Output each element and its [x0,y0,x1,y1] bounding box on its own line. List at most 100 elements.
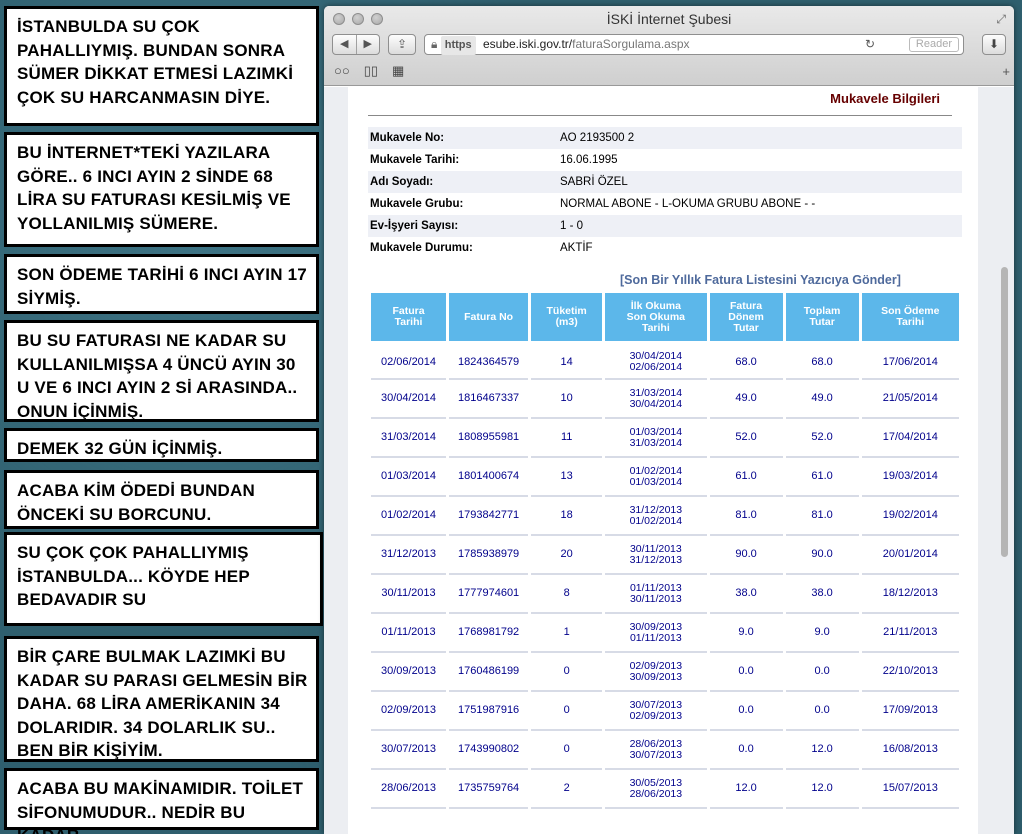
url-scheme: https [440,36,476,55]
bill-date: 30/04/2014 [371,380,447,419]
reload-icon[interactable]: ↻ [865,35,875,54]
total-amount: 81.0 [785,497,859,536]
info-value: AKTİF [560,242,593,254]
last-reading-date: 30/11/2013 [629,592,682,605]
due-date: 21/11/2013 [861,614,959,653]
info-row: Mukavele Durumu: AKTİF [368,237,962,259]
bill-row: 28/06/2013 1735759764 2 30/05/2013 28/06/201… [371,770,959,809]
top-sites-icon[interactable]: ▦ [392,63,404,79]
column-header: Fatura Tarihi [371,293,447,341]
divider [368,115,952,116]
last-reading-date: 01/02/2014 [629,514,683,527]
note-3: SON ÖDEME TARİHİ 6 INCI AYIN 17 SİYMİŞ. [4,254,319,314]
last-reading-date: 30/09/2013 [629,670,683,683]
bill-number: 1735759764 [449,770,529,809]
reader-button[interactable]: Reader [908,37,959,52]
period-amount: 49.0 [709,380,783,419]
reading-dates: 30/04/2014 02/06/2014 [605,341,707,380]
section-title: Mukavele Bilgileri [830,91,940,106]
column-header: İlk Okuma Son Okuma Tarihi [605,293,707,341]
bill-date: 30/07/2013 [371,731,447,770]
info-row: Mukavele No: AO 2193500 2 [368,127,962,149]
forward-icon[interactable]: ▶ [357,35,380,54]
first-reading-date: 30/11/2013 [629,542,682,555]
first-reading-date: 30/05/2013 [629,776,683,789]
due-date: 17/04/2014 [861,419,959,458]
consumption: 20 [531,536,603,575]
title-bar: İSKİ İnternet Şubesi ⤢ ◀ ▶ ⇪ 🔒︎ https es… [324,6,1014,86]
consumption: 18 [531,497,603,536]
last-reading-date: 01/11/2013 [629,631,682,644]
first-reading-date: 01/03/2014 [629,425,683,438]
new-tab-icon[interactable]: + [1002,64,1010,79]
info-label: Mukavele No: [368,127,558,149]
consumption: 0 [531,731,603,770]
downloads-icon[interactable]: ⬇ [982,34,1006,55]
bill-row: 30/04/2014 1816467337 10 31/03/2014 30/04/20… [371,380,959,419]
first-reading-date: 31/12/2013 [629,503,683,516]
column-header: Fatura Dönem Tutar [709,293,783,341]
consumption: 0 [531,653,603,692]
bill-row: 30/07/2013 1743990802 0 28/06/2013 30/07/201… [371,731,959,770]
reading-dates: 02/09/2013 30/09/2013 [605,653,707,692]
bill-number: 1801400674 [449,458,529,497]
due-date: 18/12/2013 [861,575,959,614]
first-reading-date: 01/11/2013 [629,581,682,594]
info-label: Mukavele Durumu: [370,242,473,254]
bill-date: 01/02/2014 [371,497,447,536]
reading-dates: 30/07/2013 02/09/2013 [605,692,707,731]
consumption: 2 [531,770,603,809]
last-reading-date: 30/07/2013 [629,748,683,761]
fullscreen-icon[interactable]: ⤢ [996,12,1006,27]
bill-date: 31/03/2014 [371,419,447,458]
total-amount: 9.0 [785,614,859,653]
period-amount: 81.0 [709,497,783,536]
first-reading-date: 01/02/2014 [629,464,683,477]
info-row: Mukavele Tarihi: 16.06.1995 [368,149,962,171]
period-amount: 61.0 [709,458,783,497]
total-amount: 12.0 [785,770,859,809]
print-bill-list-link[interactable]: [Son Bir Yıllık Fatura Listesini Yazıcıy… [620,273,901,287]
info-value: 16.06.1995 [560,154,618,166]
note-8: BİR ÇARE BULMAK LAZIMKİ BU KADAR SU PARA… [4,636,319,762]
due-date: 15/07/2013 [861,770,959,809]
total-amount: 49.0 [785,380,859,419]
back-icon[interactable]: ◀ [333,35,357,54]
due-date: 22/10/2013 [861,653,959,692]
bill-date: 01/03/2014 [371,458,447,497]
total-amount: 52.0 [785,419,859,458]
column-header: Tüketim (m3) [531,293,603,341]
bill-number: 1793842771 [449,497,529,536]
bill-row: 02/09/2013 1751987916 0 30/07/2013 02/09/201… [371,692,959,731]
address-bar[interactable]: 🔒︎ https esube.iski.gov.tr/faturaSorgula… [424,34,964,55]
reading-dates: 31/12/2013 01/02/2014 [605,497,707,536]
bill-row: 30/11/2013 1777974601 8 01/11/2013 30/11/201… [371,575,959,614]
bill-row: 01/02/2014 1793842771 18 31/12/2013 01/02/20… [371,497,959,536]
bill-number: 1824364579 [449,341,529,380]
reading-list-icon[interactable]: ○○ [334,63,350,79]
bill-row: 30/09/2013 1760486199 0 02/09/2013 30/09/201… [371,653,959,692]
reading-dates: 30/11/2013 31/12/2013 [605,536,707,575]
last-reading-date: 30/04/2014 [629,397,683,410]
period-amount: 52.0 [709,419,783,458]
bookmarks-icon[interactable]: ▯▯ [364,63,378,79]
last-reading-date: 02/06/2014 [629,361,683,373]
share-icon[interactable]: ⇪ [388,34,416,55]
column-header: Toplam Tutar [785,293,859,341]
url-path: faturaSorgulama.aspx [572,37,690,51]
info-value: SABRİ ÖZEL [558,171,962,193]
vertical-scrollbar[interactable] [1001,267,1008,557]
bill-number: 1808955981 [449,419,529,458]
window-title: İSKİ İnternet Şubesi [606,11,732,27]
due-date: 19/03/2014 [861,458,959,497]
first-reading-date: 31/03/2014 [629,386,683,399]
note-2: BU İNTERNET*TEKİ YAZILARA GÖRE.. 6 INCI … [4,132,319,247]
reading-dates: 30/05/2013 28/06/2013 [605,770,707,809]
consumption: 0 [531,692,603,731]
due-date: 17/06/2014 [861,341,959,380]
bill-row: 31/03/2014 1808955981 11 01/03/2014 31/03/20… [371,419,959,458]
last-reading-date: 31/03/2014 [629,436,683,449]
info-label: Adı Soyadı: [368,171,558,193]
total-amount: 68.0 [785,341,859,380]
column-header: Son Ödeme Tarihi [861,293,959,341]
